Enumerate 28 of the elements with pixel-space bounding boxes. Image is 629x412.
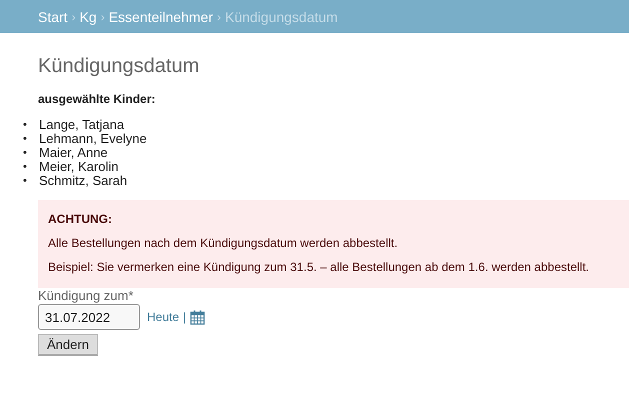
breadcrumb-link[interactable]: Start (38, 8, 68, 24)
breadcrumb-link[interactable]: Essenteilnehmer (108, 8, 213, 24)
child-name: Lange, Tatjana (39, 118, 124, 132)
submit-button[interactable]: Ändern (38, 334, 98, 356)
field-label: Kündigung zum* (38, 288, 134, 304)
breadcrumb-separator: › (100, 10, 105, 24)
bullet: • (22, 146, 28, 160)
child-name: Lehmann, Evelyne (39, 132, 147, 146)
breadcrumb-separator: › (72, 10, 76, 24)
page-title: Kündigungsdatum (38, 54, 200, 79)
breadcrumb-link[interactable]: Kg (80, 8, 97, 24)
calendar-icon[interactable] (190, 310, 206, 324)
warning-text: Alle Bestellungen nach dem Kündigungsdatum werden abbestellt. (48, 236, 399, 250)
bullet: • (22, 174, 28, 188)
selection-label: ausgewählte Kinder: (38, 92, 156, 106)
today-link[interactable]: Heute (147, 310, 180, 324)
breadcrumb-separator: › (216, 10, 221, 24)
warning-heading: ACHTUNG: (48, 212, 113, 226)
child-name: Schmitz, Sarah (39, 174, 128, 188)
bullet: • (22, 160, 28, 174)
child-name: Maier, Anne (39, 146, 108, 160)
link-separator: | (183, 310, 186, 324)
bullet: • (22, 132, 28, 146)
warning-text: Beispiel: Sie vermerken eine Kündigung zum 31.5. – alle Bestellungen ab dem 1.6. werden abbestellt. (48, 260, 590, 274)
breadcrumb-current: Kündigungsdatum (224, 8, 338, 24)
bullet: • (22, 118, 28, 132)
date-field[interactable]: 31.07.2022 (38, 304, 140, 330)
child-name: Meier, Karolin (39, 160, 118, 174)
